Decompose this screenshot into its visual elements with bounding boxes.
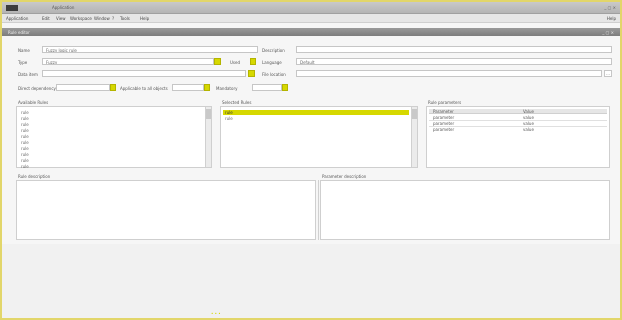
file-location-label: File location <box>262 72 286 77</box>
panel-title: Rule editor <box>8 29 30 35</box>
table-header-value[interactable]: Value <box>523 109 534 114</box>
applicable-dropdown-chevron-down-icon[interactable] <box>204 84 210 91</box>
selected-rule-item[interactable]: rule <box>225 116 233 121</box>
app-logo-icon <box>6 5 18 11</box>
browse-ellipsis-icon[interactable]: … <box>604 70 612 77</box>
table-header <box>429 109 607 114</box>
description-label: Description <box>262 48 285 53</box>
available-rule-item[interactable]: rule <box>21 158 29 163</box>
selected-rule-item-active[interactable]: rule <box>223 110 409 115</box>
panel-title-bar: Rule editor _ ▢ × <box>2 28 620 36</box>
app-title: Application <box>52 5 75 10</box>
menu-item-view[interactable]: View <box>56 16 66 21</box>
name-label: Name <box>18 48 30 53</box>
parameter-description-text <box>320 180 610 240</box>
menu-help-right[interactable]: Help <box>607 16 616 21</box>
table-row-divider <box>429 120 607 121</box>
available-rules-title: Available Rules <box>18 100 49 105</box>
data-item-input[interactable] <box>42 70 246 77</box>
window-controls[interactable]: _ ▢ × <box>604 5 616 10</box>
menu-item-application[interactable]: Application <box>6 16 28 21</box>
description-input[interactable] <box>296 46 612 53</box>
direct-dependency-input[interactable] <box>56 84 110 91</box>
menu-item-workspace[interactable]: Workspace <box>70 16 92 21</box>
panel-controls[interactable]: _ ▢ × <box>602 30 614 35</box>
rule-parameters-title: Rule parameters <box>428 100 462 105</box>
file-location-input[interactable] <box>296 70 602 77</box>
menu-item-edit[interactable]: Edit <box>42 16 50 21</box>
menu-item-help-q[interactable]: ? <box>112 16 114 21</box>
panel-divider[interactable] <box>318 180 319 240</box>
rule-parameters-table: Parameter Value parameter value paramete… <box>426 106 610 168</box>
used-label: Used <box>230 60 241 65</box>
available-rule-item[interactable]: rule <box>21 116 29 121</box>
available-rule-item[interactable]: rule <box>21 152 29 157</box>
applicable-label: Applicable to all objects <box>120 86 168 91</box>
rule-description-title: Rule description <box>18 174 51 179</box>
available-rule-item[interactable]: rule <box>21 134 29 139</box>
menu-item-help[interactable]: Help <box>140 16 149 21</box>
menu-bar: Application Edit View Workspace Window ?… <box>2 14 620 23</box>
rule-description-text <box>16 180 316 240</box>
empty-workspace-area <box>2 244 620 318</box>
menu-item-tools[interactable]: Tools <box>120 16 130 21</box>
table-cell-value[interactable]: value <box>523 127 534 132</box>
loading-indicator: • • • <box>211 311 221 316</box>
selected-rules-title: Selected Rules <box>222 100 252 105</box>
name-input[interactable]: Fuzzy logic rule <box>42 46 258 53</box>
type-label: Type <box>18 60 28 65</box>
available-rule-item[interactable]: rule <box>21 128 29 133</box>
selected-rules-scrollbar[interactable] <box>411 107 417 167</box>
available-rule-item[interactable]: rule <box>21 146 29 151</box>
scrollbar-thumb[interactable] <box>412 109 417 119</box>
mandatory-input[interactable] <box>252 84 282 91</box>
direct-dependency-dropdown-chevron-down-icon[interactable] <box>110 84 116 91</box>
menu-item-window[interactable]: Window <box>94 16 110 21</box>
language-input[interactable]: Default <box>296 58 612 65</box>
applicable-input[interactable] <box>172 84 204 91</box>
available-rule-item[interactable]: rule <box>21 140 29 145</box>
mandatory-label: Mandatory <box>216 86 238 91</box>
direct-dependency-label: Direct dependency <box>18 86 56 91</box>
table-header-parameter[interactable]: Parameter <box>433 109 454 114</box>
table-cell-parameter: parameter <box>433 127 455 132</box>
parameter-description-title: Parameter description <box>322 174 367 179</box>
used-dropdown-chevron-down-icon[interactable] <box>250 58 256 65</box>
type-select[interactable]: Fuzzy <box>42 58 214 65</box>
data-item-dropdown-chevron-down-icon[interactable] <box>248 70 255 77</box>
available-rule-item[interactable]: rule <box>21 110 29 115</box>
title-bar: Application _ ▢ × <box>2 2 620 14</box>
data-item-label: Data item <box>18 72 38 77</box>
type-dropdown-chevron-down-icon[interactable] <box>214 58 221 65</box>
mandatory-dropdown-chevron-down-icon[interactable] <box>282 84 288 91</box>
available-rule-item[interactable]: rule <box>21 122 29 127</box>
table-row-divider <box>429 126 607 127</box>
selected-rules-list[interactable]: rule rule <box>220 106 418 168</box>
available-rules-scrollbar[interactable] <box>205 107 211 167</box>
scrollbar-thumb[interactable] <box>206 109 211 119</box>
available-rule-item[interactable]: rule <box>21 164 29 169</box>
language-label: Language <box>262 60 282 65</box>
available-rules-list[interactable]: rule rule rule rule rule rule rule rule … <box>16 106 212 169</box>
